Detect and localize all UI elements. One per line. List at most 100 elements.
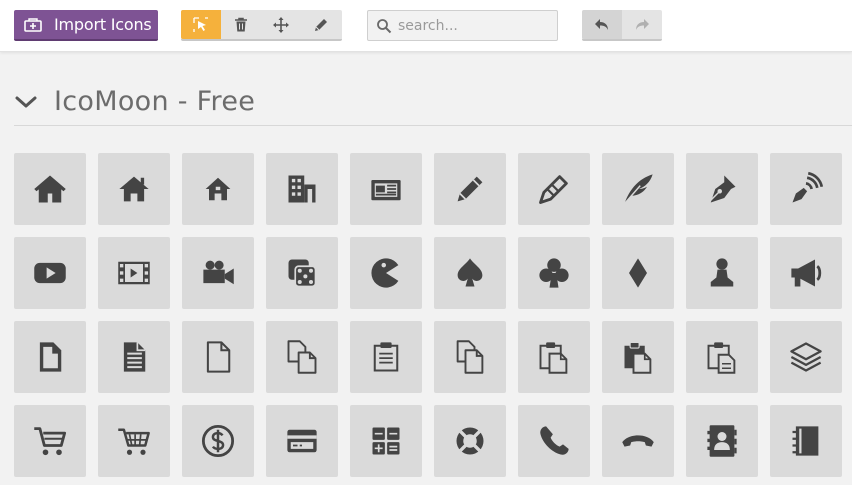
- pencil-icon: [315, 18, 327, 31]
- redo-icon: [636, 18, 649, 30]
- file-text-icon: [123, 342, 146, 372]
- spades-icon: [457, 258, 483, 287]
- file-icon: [39, 342, 62, 372]
- icon-tile[interactable]: [770, 237, 842, 309]
- icon-tile[interactable]: [14, 237, 86, 309]
- coin-dollar-icon: [201, 424, 235, 458]
- icon-tile[interactable]: [518, 321, 590, 393]
- icon-tile[interactable]: [434, 237, 506, 309]
- file-empty-icon: [206, 341, 231, 373]
- chevron-down-icon[interactable]: [14, 90, 38, 114]
- icon-tile[interactable]: [602, 237, 674, 309]
- icon-tile[interactable]: [350, 237, 422, 309]
- icon-tile[interactable]: [350, 153, 422, 225]
- icon-tile[interactable]: [518, 237, 590, 309]
- icon-tile[interactable]: [434, 153, 506, 225]
- stack-icon: [790, 342, 822, 372]
- icon-tile[interactable]: [434, 321, 506, 393]
- icon-tile[interactable]: [182, 153, 254, 225]
- search-box[interactable]: [367, 10, 558, 41]
- cart-icon: [34, 427, 67, 456]
- undo-icon: [595, 18, 608, 30]
- calculator-icon: [372, 427, 400, 455]
- icon-tile[interactable]: [14, 153, 86, 225]
- icon-set-header[interactable]: IcoMoon - Free: [14, 78, 852, 126]
- copy-icon: [456, 340, 484, 374]
- icon-set-title: IcoMoon - Free: [54, 86, 256, 117]
- icon-tile[interactable]: [350, 321, 422, 393]
- history-group: [582, 10, 662, 41]
- home3-icon: [205, 177, 231, 201]
- icon-tile[interactable]: [686, 405, 758, 477]
- import-icons-button[interactable]: Import Icons: [14, 10, 158, 41]
- youtube-icon: [34, 262, 66, 284]
- icon-tile[interactable]: [602, 405, 674, 477]
- icon-tile[interactable]: [686, 237, 758, 309]
- icon-tile[interactable]: [770, 321, 842, 393]
- top-toolbar: Import Icons: [0, 0, 852, 52]
- select-tool-button[interactable]: [181, 10, 221, 39]
- phone-hang-up-icon: [622, 435, 654, 447]
- pencil-icon: [457, 176, 483, 202]
- icon-tile[interactable]: [98, 237, 170, 309]
- icon-tile[interactable]: [686, 321, 758, 393]
- file-text2-icon: [373, 342, 399, 372]
- edit-tool-group: [181, 10, 342, 41]
- office-icon: [288, 175, 316, 203]
- icon-tile[interactable]: [266, 153, 338, 225]
- newspaper-icon: [371, 180, 401, 201]
- pacman-icon: [371, 258, 399, 288]
- clubs-icon: [539, 258, 569, 288]
- import-icons-label: Import Icons: [54, 15, 152, 34]
- video-camera-icon: [203, 260, 234, 285]
- credit-card-icon: [287, 429, 317, 453]
- icon-tile[interactable]: [14, 321, 86, 393]
- icon-tile[interactable]: [182, 237, 254, 309]
- trash-icon: [235, 17, 247, 31]
- icon-tile[interactable]: [770, 153, 842, 225]
- notebook-icon: [792, 426, 819, 456]
- icon-tile[interactable]: [182, 405, 254, 477]
- import-icon: [24, 17, 42, 32]
- icon-tile[interactable]: [266, 405, 338, 477]
- redo-button[interactable]: [622, 10, 662, 39]
- icon-tile[interactable]: [98, 405, 170, 477]
- icon-tile[interactable]: [602, 153, 674, 225]
- pencil2-icon: [539, 175, 568, 204]
- pen-icon: [709, 175, 736, 203]
- icon-tile[interactable]: [434, 405, 506, 477]
- pawn-icon: [710, 258, 734, 287]
- icon-tile[interactable]: [98, 321, 170, 393]
- search-icon: [377, 18, 392, 33]
- blog-icon: [792, 171, 824, 203]
- icon-tile[interactable]: [266, 321, 338, 393]
- home-icon: [34, 175, 66, 203]
- home2-icon: [119, 176, 149, 202]
- icon-tile[interactable]: [182, 321, 254, 393]
- icon-tile[interactable]: [602, 321, 674, 393]
- icon-tile[interactable]: [266, 237, 338, 309]
- icon-tile[interactable]: [518, 153, 590, 225]
- edit-tool-button[interactable]: [301, 10, 341, 39]
- search-input[interactable]: [398, 17, 548, 34]
- delete-tool-button[interactable]: [221, 10, 261, 39]
- icon-tile[interactable]: [770, 405, 842, 477]
- bullhorn-icon: [791, 259, 822, 287]
- diamonds-icon: [629, 258, 647, 288]
- icon-tile[interactable]: [98, 153, 170, 225]
- cart2-icon: [118, 428, 150, 455]
- icon-tile[interactable]: [14, 405, 86, 477]
- lifebuoy-icon: [456, 427, 484, 455]
- paste3-icon: [707, 342, 736, 374]
- icon-tile[interactable]: [518, 405, 590, 477]
- quill-icon: [623, 174, 653, 205]
- undo-button[interactable]: [582, 10, 622, 39]
- paste2-icon: [624, 341, 652, 374]
- icon-tile[interactable]: [350, 405, 422, 477]
- phone-icon: [540, 426, 569, 455]
- move-icon: [273, 16, 289, 33]
- move-tool-button[interactable]: [261, 10, 301, 39]
- icon-tile[interactable]: [686, 153, 758, 225]
- dice-icon: [288, 259, 317, 288]
- paste-icon: [539, 342, 568, 374]
